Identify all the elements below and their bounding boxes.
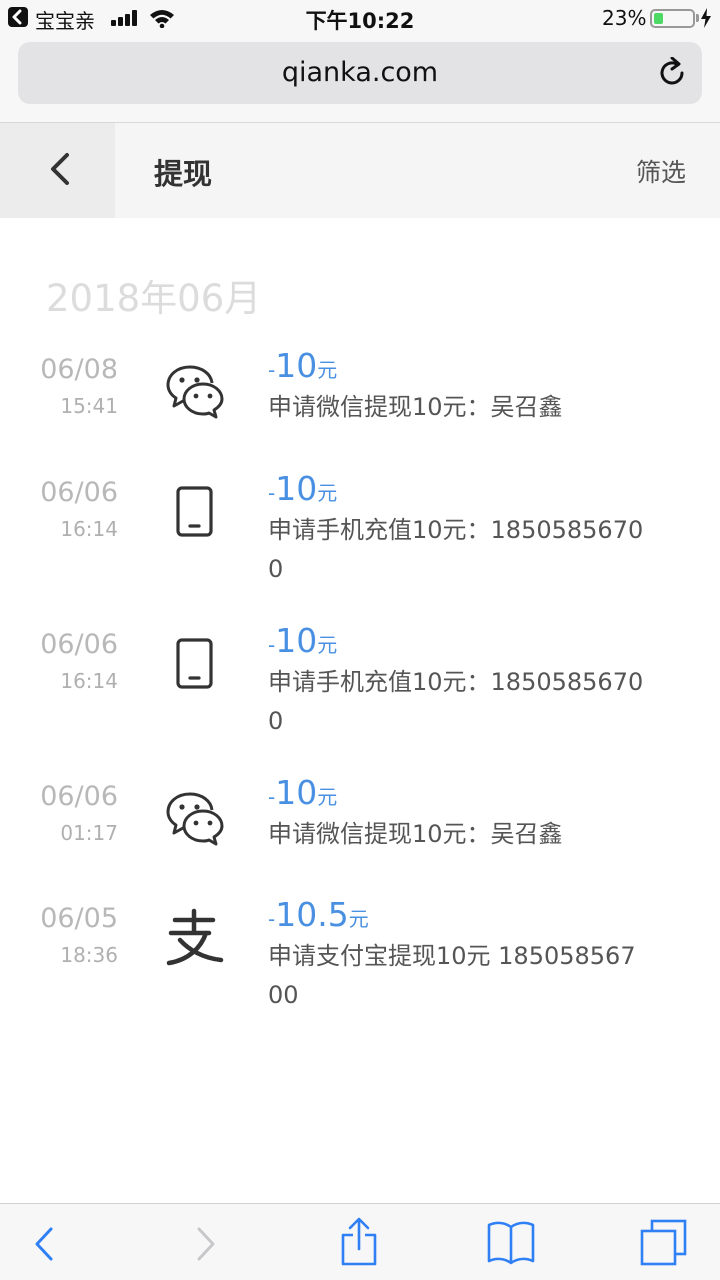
address-bar[interactable]: qianka.com [18,42,702,104]
page-header: 提现 筛选 [0,123,720,218]
amount-unit: 元 [317,785,338,809]
amount-value: 10 [275,346,318,385]
back-button[interactable] [0,123,115,218]
battery-cap [696,14,699,22]
amount-value: 10 [275,469,318,508]
battery-percent: 23% [602,6,647,30]
record-description: 申请支付宝提现10元 18505856700 [268,942,636,1009]
tabs-icon[interactable] [639,1218,689,1268]
amount-unit: 元 [317,358,338,382]
record-date: 06/08 [40,354,118,385]
alipay-icon [166,908,224,966]
record-amount: -10元 [268,621,337,660]
record-date: 06/06 [40,477,118,508]
amount-value: 10.5 [275,895,349,934]
amount-unit: 元 [348,907,369,931]
record-amount: -10元 [268,773,337,812]
record-amount: -10元 [268,346,337,385]
month-heading: 2018年06月 [46,277,262,320]
record-time: 16:14 [60,669,118,693]
record-date: 06/06 [40,781,118,812]
phone-icon [176,486,213,537]
amount-value: 10 [275,773,318,812]
amount-unit: 元 [317,633,338,657]
wechat-icon [166,365,224,419]
record-amount: -10.5元 [268,895,369,934]
record-time: 16:14 [60,517,118,541]
amount-unit: 元 [317,481,338,505]
record-description: 申请微信提现10元：吴召鑫 [268,820,563,848]
chevron-left-icon [51,153,69,185]
record-description: 申请微信提现10元：吴召鑫 [268,393,563,421]
reload-icon[interactable] [658,57,688,89]
browser-forward-icon[interactable] [190,1224,220,1264]
record-time: 18:36 [60,943,118,967]
url-text[interactable]: qianka.com [18,57,702,88]
phone-icon [176,638,213,689]
browser-toolbar [0,1203,720,1280]
battery-level-fill [654,13,663,24]
record-amount: -10元 [268,469,337,508]
browser-back-icon[interactable] [30,1224,60,1264]
page-title: 提现 [154,157,213,191]
bookmarks-icon[interactable] [486,1219,536,1265]
record-time: 01:17 [60,821,118,845]
record-time: 15:41 [60,394,118,418]
charging-bolt-icon [701,8,711,28]
record-date: 06/05 [40,903,118,934]
filter-button[interactable]: 筛选 [636,153,686,189]
wechat-icon [166,792,224,846]
browser-address-area: qianka.com [0,36,720,123]
amount-value: 10 [275,621,318,660]
record-date: 06/06 [40,629,118,660]
record-description: 申请手机充值10元：18505856700 [268,668,644,735]
status-bar: 宝宝亲 下午10:22 23% [0,0,720,36]
record-description: 申请手机充值10元：18505856700 [268,516,644,583]
battery-icon [650,9,695,28]
share-icon[interactable] [338,1216,380,1268]
